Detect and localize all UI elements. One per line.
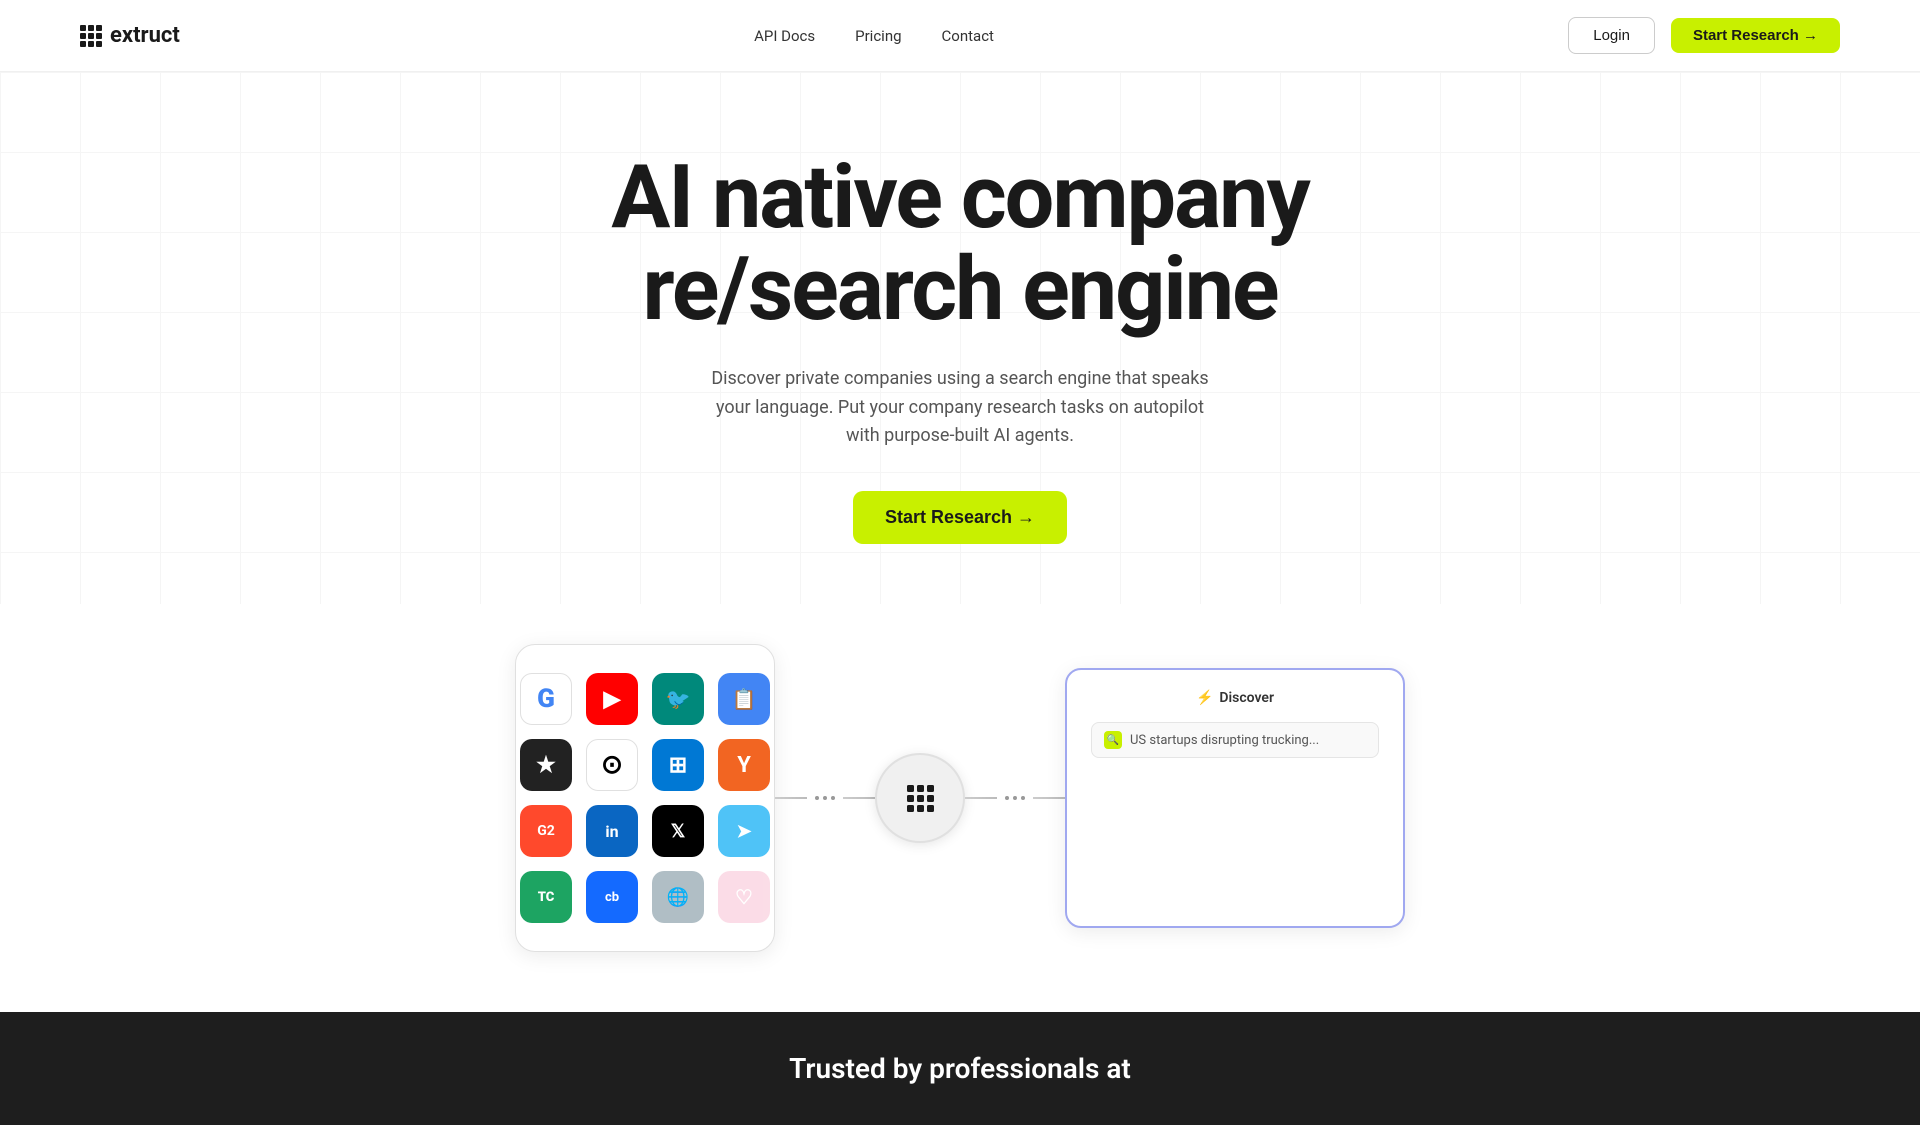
ycombinator-icon: Y	[718, 739, 770, 791]
connector-line-left2	[843, 797, 875, 799]
lightning-icon: ⚡	[1196, 690, 1213, 706]
center-node-grid	[907, 785, 934, 812]
sharepoint-icon: ⊞	[652, 739, 704, 791]
icons-grid: G ▶ 🐦 📋 ★ ⊙ ⊞ Y G2 in 𝕏 ➤ TC cb 🌐 ♡	[540, 673, 750, 923]
logo-text: extruct	[110, 23, 180, 48]
x-icon: 𝕏	[652, 805, 704, 857]
connector-dots-left	[807, 796, 843, 800]
discover-header: ⚡ Discover	[1091, 690, 1379, 706]
linkedin-icon: in	[586, 805, 638, 857]
docs-icon: 📋	[718, 673, 770, 725]
star-icon: ★	[520, 739, 572, 791]
center-node	[875, 753, 965, 843]
arrow-icon: ➤	[718, 805, 770, 857]
google-icon: G	[520, 673, 572, 725]
search-query-text: US startups disrupting trucking...	[1130, 733, 1319, 748]
hero-section: AI native company re/search engine Disco…	[0, 72, 1920, 604]
connector-line-right	[965, 797, 997, 799]
nav-actions: Login Start Research →	[1568, 17, 1840, 54]
connector-line-left	[775, 797, 807, 799]
discover-card: ⚡ Discover 🔍 US startups disrupting truc…	[1065, 668, 1405, 928]
connector-line-right2	[1033, 797, 1065, 799]
sources-card: G ▶ 🐦 📋 ★ ⊙ ⊞ Y G2 in 𝕏 ➤ TC cb 🌐 ♡	[515, 644, 775, 952]
login-button[interactable]: Login	[1568, 17, 1655, 54]
logo[interactable]: extruct	[80, 23, 180, 48]
teal-icon: 🐦	[652, 673, 704, 725]
start-research-nav-button[interactable]: Start Research →	[1671, 18, 1840, 53]
hero-subtitle: Discover private companies using a searc…	[700, 365, 1220, 451]
trusted-by-title: Trusted by professionals at	[40, 1052, 1880, 1085]
search-icon-small: 🔍	[1104, 731, 1122, 749]
discover-label: Discover	[1219, 690, 1274, 706]
diagram-section: G ▶ 🐦 📋 ★ ⊙ ⊞ Y G2 in 𝕏 ➤ TC cb 🌐 ♡	[0, 604, 1920, 1012]
github-icon: ⊙	[586, 739, 638, 791]
youtube-icon: ▶	[586, 673, 638, 725]
hero-title: AI native company re/search engine	[611, 152, 1309, 337]
navbar: extruct API Docs Pricing Contact Login S…	[0, 0, 1920, 72]
search-query-row: 🔍 US startups disrupting trucking...	[1091, 722, 1379, 758]
g2-icon: G2	[520, 805, 572, 857]
nav-links: API Docs Pricing Contact	[754, 27, 994, 45]
web-icon: 🌐	[652, 871, 704, 923]
connector-dots-right	[997, 796, 1033, 800]
left-connector	[775, 796, 875, 800]
logo-grid-icon	[80, 25, 102, 47]
crunchbase-icon: cb	[586, 871, 638, 923]
bottom-bar: Trusted by professionals at	[0, 1012, 1920, 1125]
right-connector	[965, 796, 1065, 800]
nav-link-pricing[interactable]: Pricing	[855, 27, 901, 45]
nav-link-contact[interactable]: Contact	[942, 27, 994, 45]
start-research-hero-button[interactable]: Start Research →	[853, 491, 1067, 544]
nav-link-api-docs[interactable]: API Docs	[754, 27, 815, 45]
techcrunch-icon: TC	[520, 871, 572, 923]
pink-icon: ♡	[718, 871, 770, 923]
